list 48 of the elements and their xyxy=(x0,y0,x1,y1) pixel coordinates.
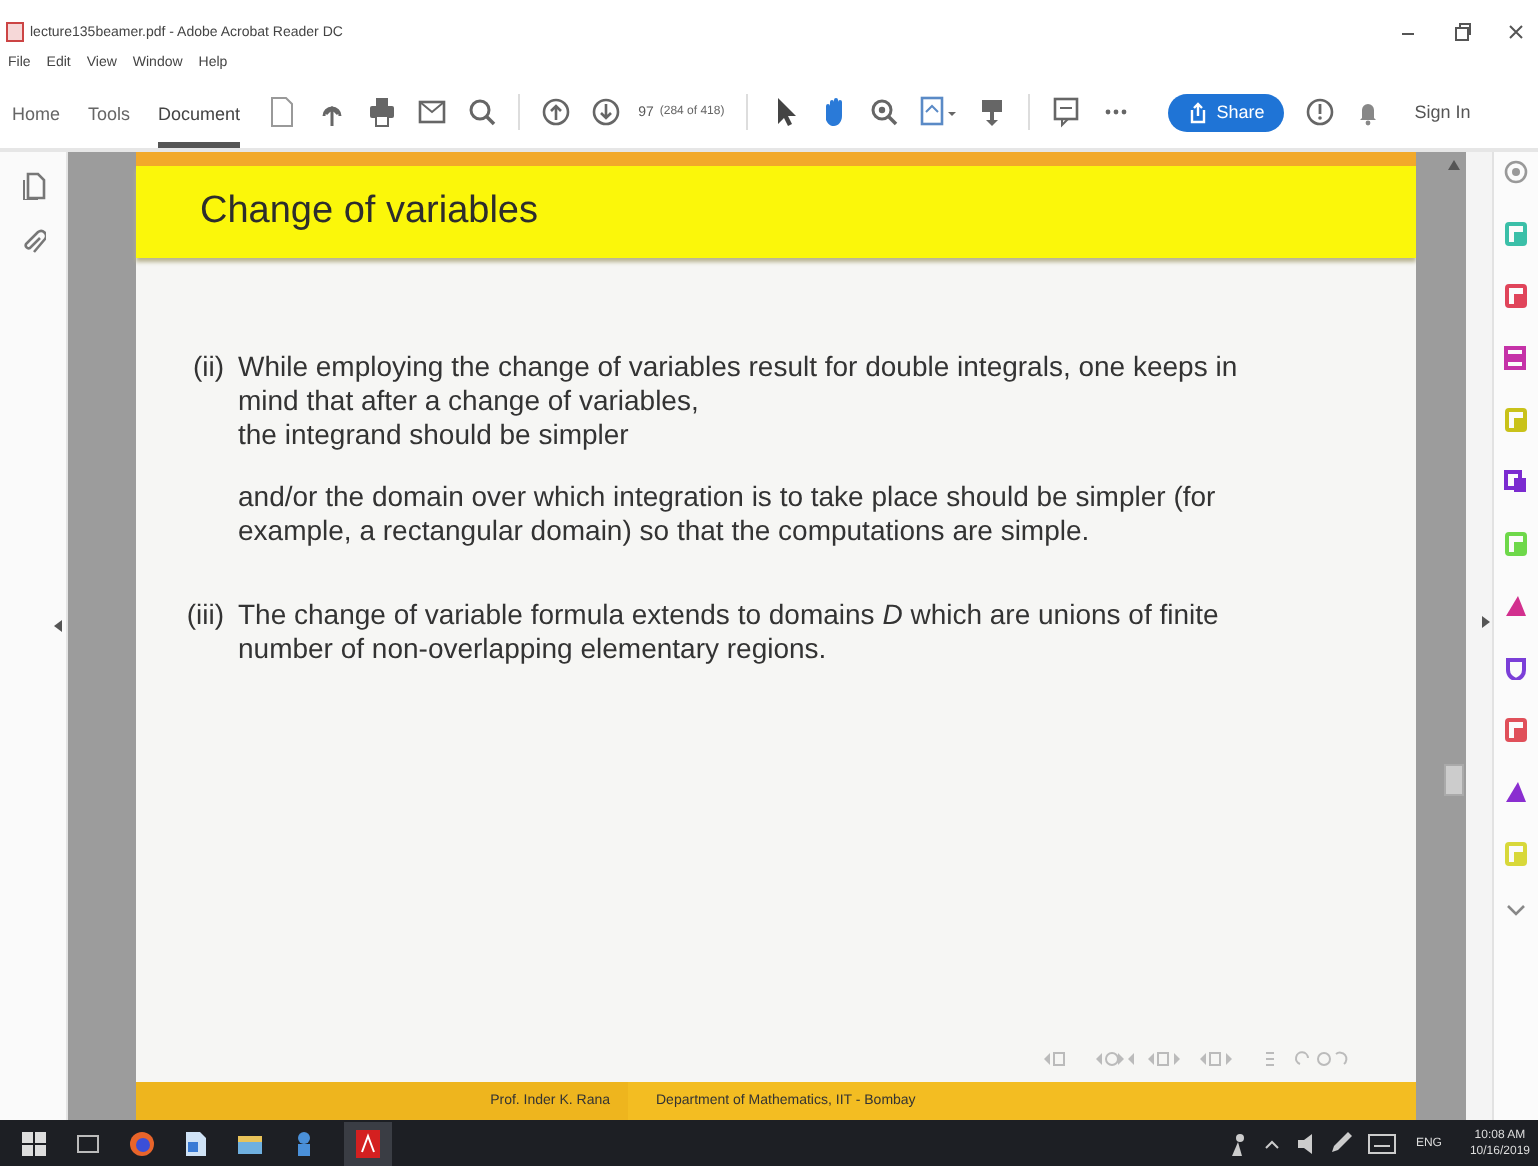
shield-tool-icon[interactable] xyxy=(1504,656,1528,680)
share-button[interactable]: Share xyxy=(1168,93,1285,131)
paragraph: The change of variable formula extends to domains D which are unions of finite number of non-overlapping elementary regions. xyxy=(238,598,1221,666)
combine-tool-icon[interactable] xyxy=(1504,470,1528,494)
zoom-panel-icon[interactable] xyxy=(1504,160,1528,184)
paperclip-icon[interactable] xyxy=(21,228,45,256)
keyboard-icon[interactable] xyxy=(1367,1133,1396,1153)
mail-icon[interactable] xyxy=(418,96,447,128)
arrow-up-circle-icon[interactable] xyxy=(542,96,571,128)
arrow-down-circle-icon[interactable] xyxy=(592,96,621,128)
chevron-down-icon[interactable] xyxy=(1506,904,1526,916)
print-icon[interactable] xyxy=(368,96,397,128)
chevron-up-icon[interactable] xyxy=(1263,1137,1280,1149)
tab[interactable]: Home xyxy=(12,81,61,147)
paragraph: and/or the domain over which integration is to take place should be simpler (for example, a rectangular domain) so that the computations are simple. xyxy=(238,480,1218,548)
sign-in-link[interactable]: Sign In xyxy=(1414,102,1471,122)
tab[interactable]: Tools xyxy=(88,81,131,147)
zoom-icon[interactable] xyxy=(870,96,899,128)
person-icon[interactable] xyxy=(1227,1131,1248,1155)
slide-title: Change of variables xyxy=(200,190,538,234)
task-view-icon[interactable] xyxy=(76,1131,100,1155)
scroll-up-icon[interactable] xyxy=(1448,160,1460,170)
folder-icon[interactable] xyxy=(236,1131,264,1155)
pdf-app-icon[interactable] xyxy=(356,1129,380,1157)
firefox-icon[interactable] xyxy=(128,1129,156,1157)
document-app-icon[interactable] xyxy=(184,1129,208,1157)
page-fit-icon[interactable] xyxy=(920,96,957,128)
windows-start-icon[interactable] xyxy=(20,1129,48,1157)
document-tool-icon[interactable] xyxy=(1504,718,1528,742)
scrollbar-thumb[interactable] xyxy=(1444,764,1464,796)
share-icon xyxy=(1188,101,1209,123)
document-tool-icon[interactable] xyxy=(1504,284,1528,308)
close-icon[interactable] xyxy=(1506,22,1526,42)
paragraph: the integrand should be simpler xyxy=(238,418,631,452)
pdf-file-icon xyxy=(6,22,24,42)
pages-icon[interactable] xyxy=(21,172,45,200)
search-icon[interactable] xyxy=(468,96,497,128)
speaker-icon[interactable] xyxy=(1295,1133,1316,1153)
restore-icon[interactable] xyxy=(1452,22,1472,42)
document-icon[interactable] xyxy=(268,96,297,128)
collapse-left-icon[interactable] xyxy=(54,620,62,632)
organize-tool-icon[interactable] xyxy=(1504,346,1528,370)
help-icon[interactable] xyxy=(1306,96,1335,128)
item-marker: (ii) xyxy=(190,350,224,386)
comment-icon[interactable] xyxy=(1052,96,1081,128)
pen-icon[interactable] xyxy=(1331,1131,1352,1155)
stamp-icon[interactable] xyxy=(978,96,1007,128)
item-marker: (iii) xyxy=(184,598,224,634)
